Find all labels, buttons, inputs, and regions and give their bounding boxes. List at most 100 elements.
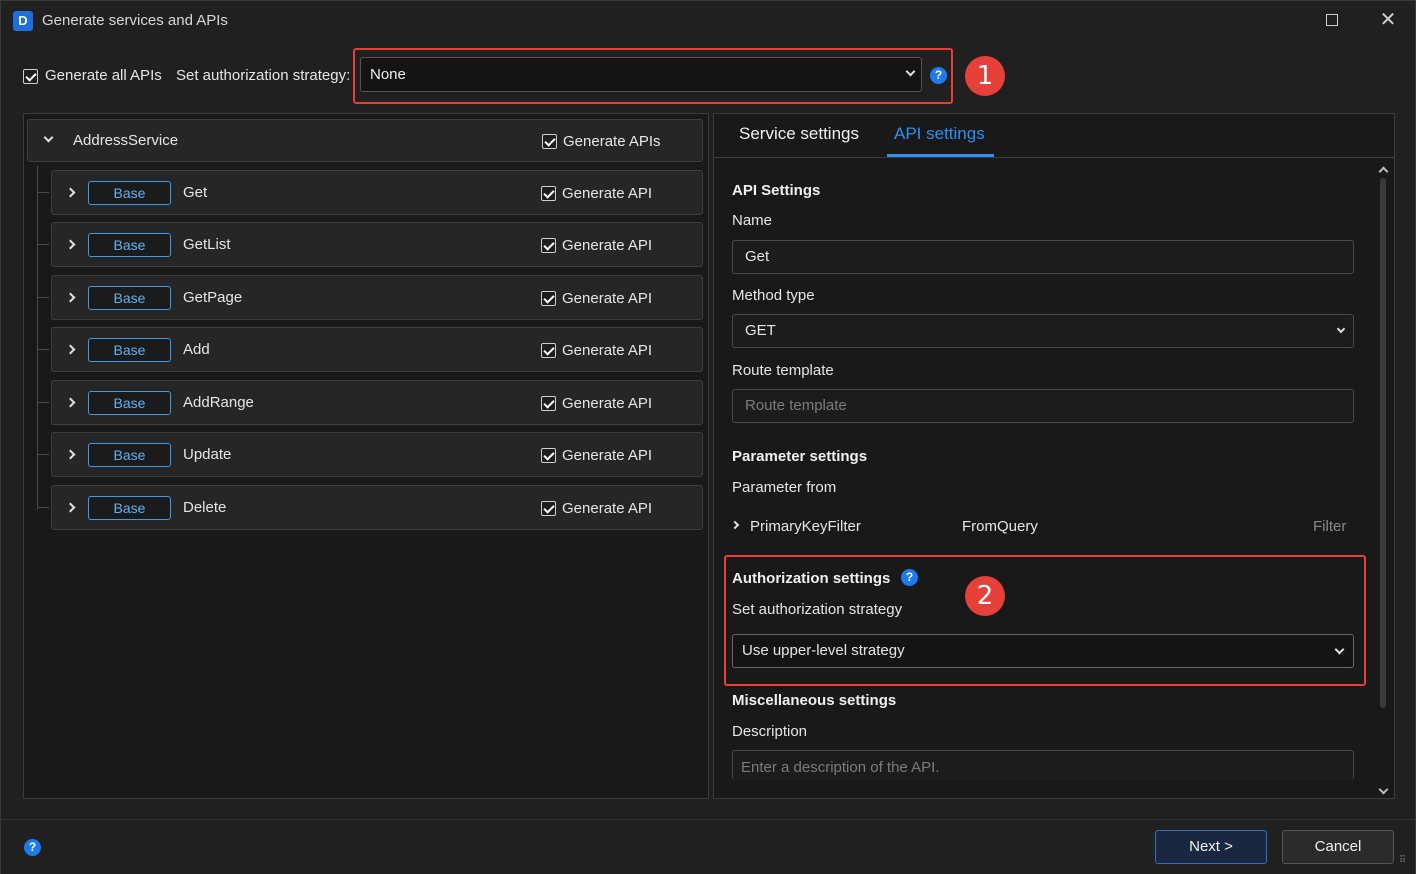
checkbox-checked-icon bbox=[541, 237, 556, 253]
api-row[interactable]: Base AddRange Generate API bbox=[51, 380, 703, 425]
api-row[interactable]: Base Add Generate API bbox=[51, 327, 703, 372]
description-label: Description bbox=[732, 723, 808, 740]
api-name: Add bbox=[183, 341, 210, 358]
route-template-input[interactable]: Route template bbox=[732, 389, 1354, 423]
api-row[interactable]: Base Delete Generate API bbox=[51, 485, 703, 530]
chevron-down-icon bbox=[905, 66, 916, 77]
parameter-from-label: Parameter from bbox=[732, 479, 837, 496]
api-name: Delete bbox=[183, 499, 227, 516]
title-bar: D Generate services and APIs ✕ bbox=[1, 1, 1415, 39]
name-input[interactable]: Get bbox=[732, 240, 1354, 274]
api-row[interactable]: Base GetList Generate API bbox=[51, 222, 703, 267]
tab-service-settings[interactable]: Service settings bbox=[739, 124, 859, 144]
generate-api-checkbox[interactable]: Generate API bbox=[541, 341, 652, 359]
generate-api-checkbox[interactable]: Generate API bbox=[541, 289, 652, 307]
tree-connector bbox=[37, 166, 38, 510]
generate-api-label: Generate API bbox=[562, 499, 653, 517]
chevron-right-icon[interactable] bbox=[65, 344, 76, 355]
help-icon[interactable]: ? bbox=[901, 569, 918, 586]
cancel-button[interactable]: Cancel bbox=[1282, 830, 1394, 864]
chevron-right-icon[interactable] bbox=[65, 187, 76, 198]
app-logo-icon: D bbox=[13, 11, 33, 31]
checkbox-checked-icon bbox=[541, 185, 556, 201]
tree-connector bbox=[37, 507, 49, 508]
generate-apis-checkbox[interactable]: Generate APIs bbox=[542, 132, 661, 150]
api-tag: Base bbox=[88, 338, 171, 362]
checkbox-checked-icon bbox=[541, 447, 556, 463]
chevron-right-icon[interactable] bbox=[65, 292, 76, 303]
maximize-button[interactable] bbox=[1320, 9, 1344, 31]
checkbox-checked-icon bbox=[542, 133, 557, 149]
checkbox-checked-icon bbox=[23, 68, 38, 84]
generate-api-label: Generate API bbox=[562, 341, 653, 359]
generate-all-label: Generate all APIs bbox=[45, 67, 162, 84]
scroll-up-icon[interactable] bbox=[1377, 164, 1389, 177]
api-name: AddRange bbox=[183, 394, 254, 411]
chevron-right-icon[interactable] bbox=[65, 239, 76, 250]
api-row[interactable]: Base GetPage Generate API bbox=[51, 275, 703, 320]
dialog-footer: ? Next > Cancel ⠿ bbox=[1, 819, 1415, 874]
auth-strategy-select[interactable]: None bbox=[360, 57, 922, 92]
checkbox-checked-icon bbox=[541, 290, 556, 306]
generate-api-label: Generate API bbox=[562, 289, 653, 307]
auth-strategy-sub-select[interactable]: Use upper-level strategy bbox=[732, 634, 1354, 668]
checkbox-checked-icon bbox=[541, 395, 556, 411]
generate-api-checkbox[interactable]: Generate API bbox=[541, 499, 652, 517]
scrollbar-thumb[interactable] bbox=[1380, 178, 1386, 708]
maximize-icon bbox=[1326, 14, 1338, 26]
tree-connector bbox=[37, 244, 49, 245]
chevron-right-icon[interactable] bbox=[65, 449, 76, 460]
active-tab-indicator bbox=[887, 154, 994, 157]
tree-connector bbox=[37, 297, 49, 298]
help-icon[interactable]: ? bbox=[24, 839, 41, 856]
api-tag: Base bbox=[88, 286, 171, 310]
annotation-badge-2: 2 bbox=[965, 576, 1005, 616]
api-name: Get bbox=[183, 184, 208, 201]
resize-grip-icon[interactable]: ⠿ bbox=[1399, 856, 1406, 866]
settings-panel: Service settings API settings API Settin… bbox=[713, 113, 1395, 799]
api-name: GetList bbox=[183, 236, 231, 253]
chevron-right-icon[interactable] bbox=[65, 397, 76, 408]
auth-strategy-value: None bbox=[370, 66, 406, 83]
chevron-down-icon bbox=[1336, 324, 1346, 334]
settings-tabs: Service settings API settings bbox=[714, 114, 1394, 158]
scroll-down-icon[interactable] bbox=[1377, 780, 1389, 795]
generate-api-checkbox[interactable]: Generate API bbox=[541, 184, 652, 202]
chevron-right-icon[interactable] bbox=[65, 502, 76, 513]
description-input[interactable]: Enter a description of the API. bbox=[732, 750, 1354, 780]
route-template-placeholder: Route template bbox=[745, 397, 847, 414]
auth-strategy-label: Set authorization strategy: bbox=[176, 67, 351, 84]
help-icon[interactable]: ? bbox=[930, 67, 947, 84]
api-tag: Base bbox=[88, 233, 171, 257]
description-placeholder: Enter a description of the API. bbox=[741, 759, 940, 776]
method-type-value: GET bbox=[745, 322, 776, 339]
generate-apis-label: Generate APIs bbox=[563, 132, 661, 150]
tree-connector bbox=[37, 192, 49, 193]
generate-api-checkbox[interactable]: Generate API bbox=[541, 446, 652, 464]
parameter-row[interactable]: PrimaryKeyFilter FromQuery Filter bbox=[730, 514, 1354, 540]
chevron-right-icon[interactable] bbox=[730, 520, 740, 530]
api-name: GetPage bbox=[183, 289, 243, 306]
api-tag: Base bbox=[88, 496, 171, 520]
api-row[interactable]: Base Update Generate API bbox=[51, 432, 703, 477]
name-label: Name bbox=[732, 212, 773, 229]
close-icon: ✕ bbox=[1379, 9, 1397, 31]
close-button[interactable]: ✕ bbox=[1376, 9, 1400, 31]
generate-all-checkbox[interactable] bbox=[23, 67, 38, 84]
misc-settings-heading: Miscellaneous settings bbox=[732, 692, 897, 709]
checkbox-checked-icon bbox=[541, 500, 556, 516]
api-settings-heading: API Settings bbox=[732, 182, 821, 199]
service-row[interactable]: AddressService Generate APIs bbox=[27, 119, 703, 162]
service-name: AddressService bbox=[73, 132, 179, 149]
chevron-down-icon[interactable] bbox=[43, 132, 54, 143]
parameter-type: Filter bbox=[1313, 518, 1347, 535]
method-type-select[interactable]: GET bbox=[732, 314, 1354, 348]
tab-api-settings[interactable]: API settings bbox=[894, 124, 985, 144]
parameter-settings-heading: Parameter settings bbox=[732, 448, 868, 465]
parameter-source: FromQuery bbox=[962, 518, 1038, 535]
generate-api-checkbox[interactable]: Generate API bbox=[541, 236, 652, 254]
name-value: Get bbox=[745, 248, 770, 265]
generate-api-checkbox[interactable]: Generate API bbox=[541, 394, 652, 412]
api-row[interactable]: Base Get Generate API bbox=[51, 170, 703, 215]
next-button[interactable]: Next > bbox=[1155, 830, 1267, 864]
